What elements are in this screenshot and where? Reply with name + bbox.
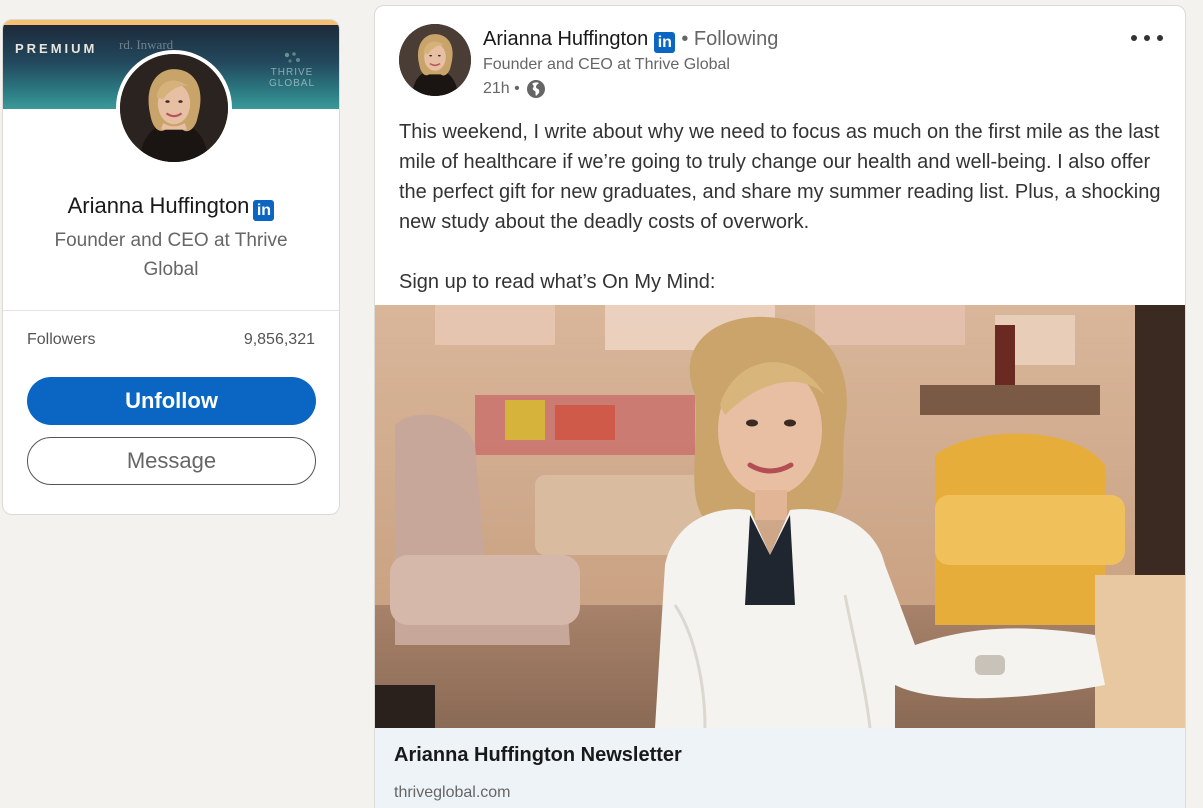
linkedin-icon: in	[253, 200, 275, 221]
post-body: This weekend, I write about why we need …	[399, 117, 1169, 297]
post-body-paragraph: Sign up to read what’s On My Mind:	[399, 271, 716, 293]
premium-label: PREMIUM	[15, 41, 98, 56]
link-title[interactable]: Arianna Huffington Newsletter	[394, 744, 682, 767]
profile-name-row: Arianna Huffington in	[3, 193, 339, 221]
more-dots-icon[interactable]	[1131, 28, 1163, 48]
profile-card: PREMIUM rd. Inward THRIVE GLOBAL Arianna…	[2, 19, 340, 515]
post-timestamp: 21h •	[483, 80, 520, 97]
followers-count: 9,856,321	[243, 331, 315, 348]
post-image[interactable]	[375, 305, 1185, 728]
profile-name[interactable]: Arianna Huffington	[68, 193, 250, 218]
followers-label: Followers	[27, 331, 96, 348]
profile-headline: Founder and CEO at Thrive Global	[54, 230, 288, 280]
author-avatar[interactable]	[399, 24, 471, 96]
profile-avatar[interactable]	[116, 50, 232, 166]
post-author-name[interactable]: Arianna Huffington	[483, 28, 648, 50]
unfollow-button[interactable]: Unfollow	[27, 377, 316, 425]
post-author-row: Arianna Huffington in • Following	[483, 28, 778, 53]
thrive-global-logo-text: THRIVE GLOBAL	[268, 67, 316, 89]
post-timestamp-row: 21h •	[483, 79, 546, 99]
linkedin-icon: in	[654, 32, 676, 53]
post-author-headline: Founder and CEO at Thrive Global	[483, 56, 730, 73]
divider	[3, 310, 339, 311]
follow-status: • Following	[681, 28, 779, 50]
feed-post: Arianna Huffington in • Following Founder …	[374, 5, 1186, 808]
message-button[interactable]: Message	[27, 437, 316, 485]
link-domain: thriveglobal.com	[394, 784, 511, 801]
post-body-paragraph: This weekend, I write about why we need …	[399, 121, 1161, 233]
link-preview[interactable]: Arianna Huffington Newsletter thriveglob…	[375, 728, 1185, 808]
thrive-global-logo: THRIVE GLOBAL	[267, 51, 317, 89]
globe-icon	[526, 79, 546, 99]
